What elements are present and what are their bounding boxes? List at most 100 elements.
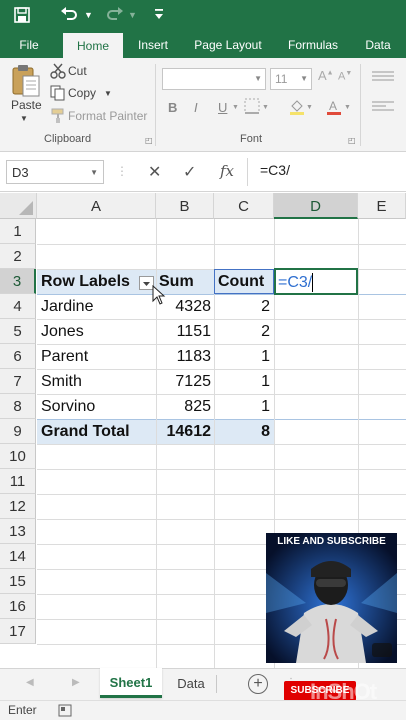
save-icon[interactable] [14, 0, 30, 34]
column-header-c[interactable]: C [214, 193, 274, 219]
row-header[interactable]: 11 [0, 469, 36, 494]
pivot-row-label[interactable]: Sorvino [41, 394, 153, 419]
row-header[interactable]: 10 [0, 444, 36, 469]
fill-color-dropdown-icon[interactable]: ▼ [306, 104, 313, 111]
underline-button[interactable]: U [218, 100, 227, 115]
row-header[interactable]: 14 [0, 544, 36, 569]
tab-insert[interactable]: Insert [130, 30, 176, 58]
column-header-b[interactable]: B [156, 193, 214, 219]
row-header[interactable]: 17 [0, 619, 36, 644]
pivot-row-label[interactable]: Parent [41, 344, 153, 369]
redo-dropdown-icon[interactable]: ▼ [128, 0, 137, 30]
borders-icon[interactable] [244, 98, 264, 121]
paste-dropdown-icon[interactable]: ▼ [20, 114, 28, 123]
increase-font-icon[interactable]: A▲ [318, 68, 334, 83]
copy-dropdown-icon[interactable]: ▼ [104, 89, 112, 98]
pivot-sum-value[interactable]: 4328 [156, 294, 211, 319]
pivot-count-value[interactable]: 1 [214, 369, 270, 394]
font-launcher-icon[interactable]: ◰ [348, 136, 356, 145]
column-header-d[interactable]: D [274, 193, 358, 219]
pivot-grand-total-sum[interactable]: 14612 [156, 419, 212, 444]
pivot-row-label[interactable]: Smith [41, 369, 153, 394]
tab-data[interactable]: Data [358, 30, 398, 58]
font-size-dropdown-icon[interactable]: ▼ [300, 74, 308, 83]
align-top-icon[interactable] [370, 70, 396, 89]
customize-icon[interactable] [154, 0, 164, 33]
row-header-active[interactable]: 3 [0, 269, 36, 294]
formula-input[interactable]: =C3/ [260, 162, 290, 178]
active-cell-editor[interactable]: =C3/ [278, 271, 312, 294]
paste-button[interactable]: Paste [11, 98, 42, 112]
row-header[interactable]: 8 [0, 394, 36, 419]
borders-dropdown-icon[interactable]: ▼ [262, 104, 269, 111]
pivot-count-value[interactable]: 2 [214, 294, 270, 319]
column-header-e[interactable]: E [358, 193, 406, 219]
font-size-box[interactable]: 11 ▼ [270, 68, 312, 90]
select-all-corner[interactable] [0, 193, 37, 219]
name-box-dropdown-icon[interactable]: ▼ [90, 168, 98, 177]
copy-icon[interactable] [50, 85, 66, 101]
clipboard-launcher-icon[interactable]: ◰ [145, 136, 153, 145]
pivot-count-value[interactable]: 2 [214, 319, 270, 344]
scroll-tabs-right-icon[interactable]: ▶ [72, 677, 80, 688]
subscribe-video-overlay[interactable]: LIKE AND SUBSCRIBE [266, 533, 397, 663]
row-header[interactable]: 16 [0, 594, 36, 619]
add-sheet-icon[interactable]: + [248, 674, 268, 694]
pivot-sum-value[interactable]: 1183 [156, 344, 211, 369]
pivot-row-label[interactable]: Jardine [41, 294, 153, 319]
font-name-dropdown-icon[interactable]: ▼ [254, 74, 262, 83]
active-cell[interactable]: =C3/ [274, 268, 358, 295]
fill-color-icon[interactable] [288, 98, 306, 121]
pivot-grand-total-count[interactable]: 8 [214, 419, 270, 444]
pivot-sum-value[interactable]: 7125 [156, 369, 211, 394]
font-color-icon[interactable]: A [326, 98, 342, 121]
row-header[interactable]: 4 [0, 294, 36, 319]
row-header[interactable]: 9 [0, 419, 36, 444]
cancel-icon[interactable]: ✕ [148, 162, 161, 182]
paste-icon[interactable] [10, 64, 42, 100]
enter-icon[interactable]: ✓ [183, 162, 196, 182]
pivot-count-value[interactable]: 1 [214, 344, 270, 369]
row-header[interactable]: 2 [0, 244, 36, 269]
name-box[interactable]: D3 ▼ [6, 160, 104, 184]
sheet-tab-data[interactable]: Data [166, 669, 216, 699]
bold-button[interactable]: B [168, 100, 177, 115]
tab-file[interactable]: File [8, 30, 50, 58]
underline-dropdown-icon[interactable]: ▼ [232, 104, 239, 111]
pivot-row-labels-header[interactable]: Row Labels [41, 269, 153, 294]
row-header[interactable]: 1 [0, 219, 36, 244]
worksheet-grid[interactable]: A B C D E 1 2 3 4 5 6 7 8 9 10 11 12 13 … [0, 193, 406, 668]
tab-formulas[interactable]: Formulas [282, 30, 344, 58]
copy-button[interactable]: Copy [68, 86, 96, 100]
cut-icon[interactable] [50, 63, 66, 79]
pivot-sum-header[interactable]: Sum [159, 269, 213, 294]
pivot-sum-value[interactable]: 825 [156, 394, 211, 419]
format-painter-button[interactable]: Format Painter [68, 109, 147, 123]
macro-record-icon[interactable] [58, 704, 72, 722]
tab-page-layout[interactable]: Page Layout [188, 30, 268, 58]
row-header[interactable]: 13 [0, 519, 36, 544]
row-header[interactable]: 5 [0, 319, 36, 344]
sheet-tab-sheet1[interactable]: Sheet1 [100, 668, 162, 698]
pivot-grand-total-label[interactable]: Grand Total [41, 419, 153, 444]
font-color-dropdown-icon[interactable]: ▼ [344, 104, 351, 111]
pivot-sum-value[interactable]: 1151 [156, 319, 211, 344]
font-name-box[interactable]: ▼ [162, 68, 266, 90]
insert-function-icon[interactable]: fx [220, 162, 234, 180]
row-header[interactable]: 12 [0, 494, 36, 519]
format-painter-icon[interactable] [50, 108, 66, 124]
undo-dropdown-icon[interactable]: ▼ [84, 0, 93, 30]
redo-icon[interactable] [106, 0, 124, 34]
pivot-count-value[interactable]: 1 [214, 394, 270, 419]
pivot-count-header[interactable]: Count [218, 269, 272, 294]
scroll-tabs-left-icon[interactable]: ◀ [26, 677, 34, 688]
row-header[interactable]: 15 [0, 569, 36, 594]
align-left-icon[interactable] [370, 100, 396, 119]
formula-bar-handle-icon[interactable]: ⋮ [116, 164, 128, 178]
cut-button[interactable]: Cut [68, 64, 87, 78]
tab-home[interactable]: Home [63, 33, 123, 58]
decrease-font-icon[interactable]: A▼ [338, 70, 352, 83]
undo-icon[interactable] [60, 0, 78, 34]
column-header-a[interactable]: A [37, 193, 156, 219]
italic-button[interactable]: I [194, 100, 198, 115]
